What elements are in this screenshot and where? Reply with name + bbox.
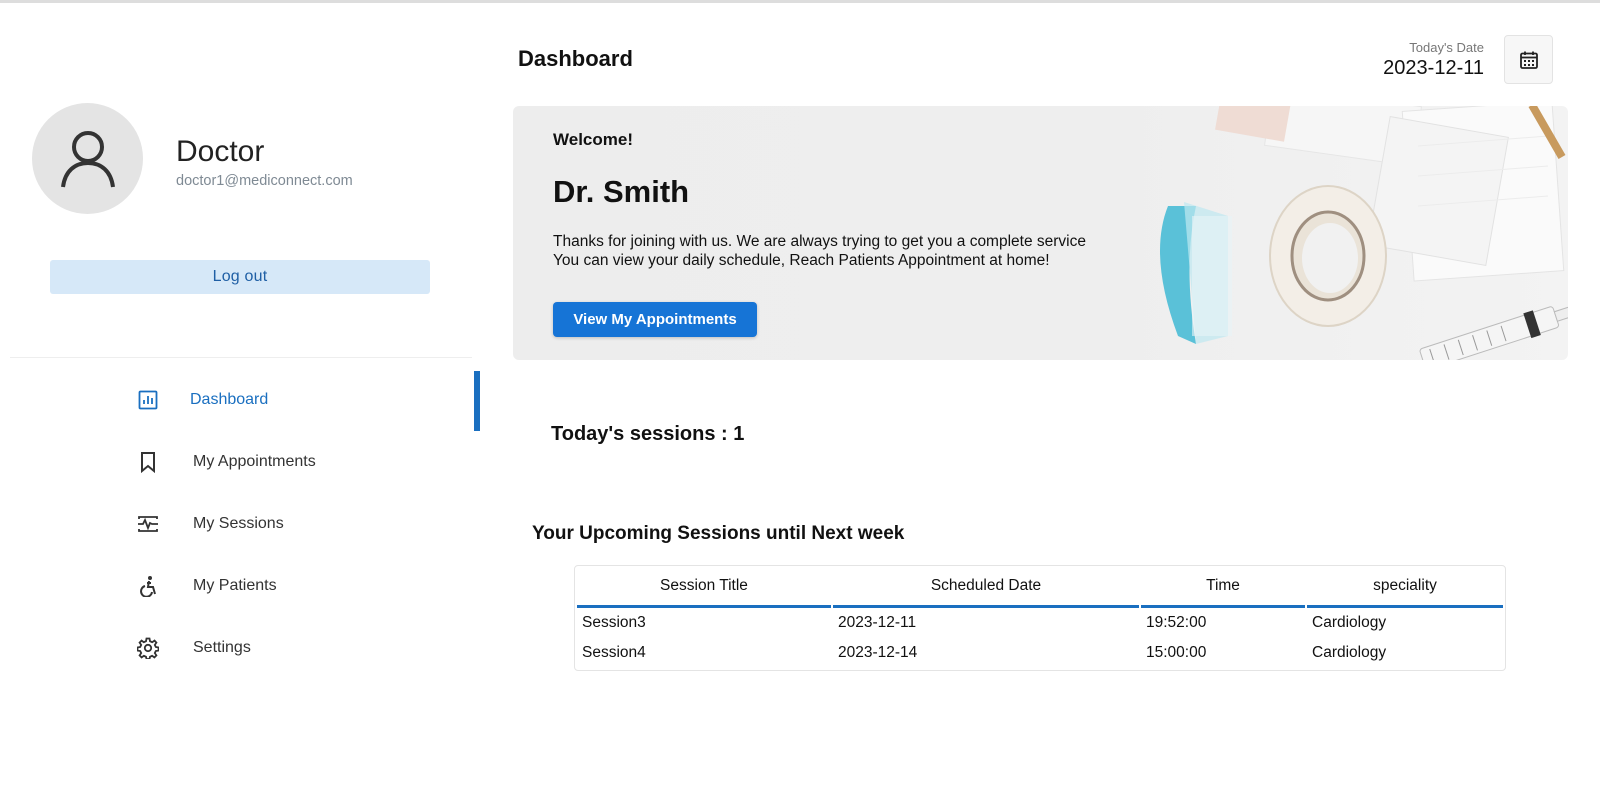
sidebar-item-label: Settings <box>193 639 251 656</box>
page-title: Dashboard <box>518 46 633 71</box>
table-row[interactable]: Session4 2023-12-14 15:00:00 Cardiology <box>577 638 1503 668</box>
sidebar-item-label: My Sessions <box>193 515 284 532</box>
accessibility-icon <box>136 574 160 598</box>
sidebar-item-dashboard[interactable]: Dashboard <box>0 369 480 431</box>
logout-button[interactable]: Log out <box>50 260 430 294</box>
column-header: Session Title <box>577 566 831 608</box>
sidebar-item-label: My Patients <box>193 577 277 594</box>
dashboard-icon <box>136 388 160 412</box>
today-date: Today's Date 2023-12-11 <box>1383 40 1484 80</box>
calendar-icon <box>1519 51 1538 69</box>
gear-icon <box>136 636 160 660</box>
column-header: Scheduled Date <box>833 566 1139 608</box>
user-icon <box>60 130 115 187</box>
active-indicator <box>474 371 480 431</box>
profile-name: Doctor <box>176 135 265 168</box>
date-value: 2023-12-11 <box>1383 57 1484 79</box>
sessions-icon <box>136 512 160 536</box>
profile-email: doctor1@mediconnect.com <box>176 173 353 189</box>
table-row[interactable]: Session3 2023-12-11 19:52:00 Cardiology <box>577 608 1503 638</box>
table-cell: 2023-12-11 <box>838 614 917 631</box>
todays-sessions-count: Today's sessions : 1 <box>551 423 745 445</box>
table-cell: 19:52:00 <box>1146 614 1207 631</box>
table-header-row: Session Title Scheduled Date Time specia… <box>577 566 1503 608</box>
date-label: Today's Date <box>1409 40 1484 55</box>
doctor-name: Dr. Smith <box>553 174 690 209</box>
table-cell: 15:00:00 <box>1146 644 1207 661</box>
sidebar-nav: Dashboard My Appointments My Sessions My… <box>0 369 480 679</box>
avatar <box>32 103 143 214</box>
table-cell: Cardiology <box>1312 644 1387 661</box>
table-cell: 2023-12-14 <box>838 644 918 661</box>
calendar-button[interactable] <box>1504 35 1553 84</box>
table-cell: Session3 <box>582 614 646 631</box>
sidebar: Doctor doctor1@mediconnect.com Log out D… <box>0 3 480 805</box>
sidebar-item-appointments[interactable]: My Appointments <box>0 431 480 493</box>
welcome-text: Welcome! <box>553 130 633 149</box>
upcoming-sessions-table: Session Title Scheduled Date Time specia… <box>574 565 1506 671</box>
sidebar-item-sessions[interactable]: My Sessions <box>0 493 480 555</box>
medical-supplies-image <box>1160 106 1568 360</box>
column-header: Time <box>1141 566 1305 608</box>
sidebar-divider <box>10 357 472 358</box>
bookmark-icon <box>136 450 160 474</box>
banner-line-1: Thanks for joining with us. We are alway… <box>553 233 1086 250</box>
upcoming-sessions-title: Your Upcoming Sessions until Next week <box>532 523 905 544</box>
table-cell: Cardiology <box>1312 614 1387 631</box>
profile-card: Doctor doctor1@mediconnect.com <box>32 103 452 215</box>
banner-description: Thanks for joining with us. We are alway… <box>553 232 1086 270</box>
banner-line-2: You can view your daily schedule, Reach … <box>553 252 1050 269</box>
column-header: speciality <box>1307 566 1503 608</box>
welcome-banner: Welcome! Dr. Smith Thanks for joining wi… <box>513 106 1568 360</box>
view-appointments-button[interactable]: View My Appointments <box>553 302 757 337</box>
sidebar-item-label: Dashboard <box>190 391 269 408</box>
sidebar-item-label: My Appointments <box>193 453 316 470</box>
table-cell: Session4 <box>582 644 646 661</box>
sidebar-item-settings[interactable]: Settings <box>0 617 480 679</box>
sidebar-item-patients[interactable]: My Patients <box>0 555 480 617</box>
